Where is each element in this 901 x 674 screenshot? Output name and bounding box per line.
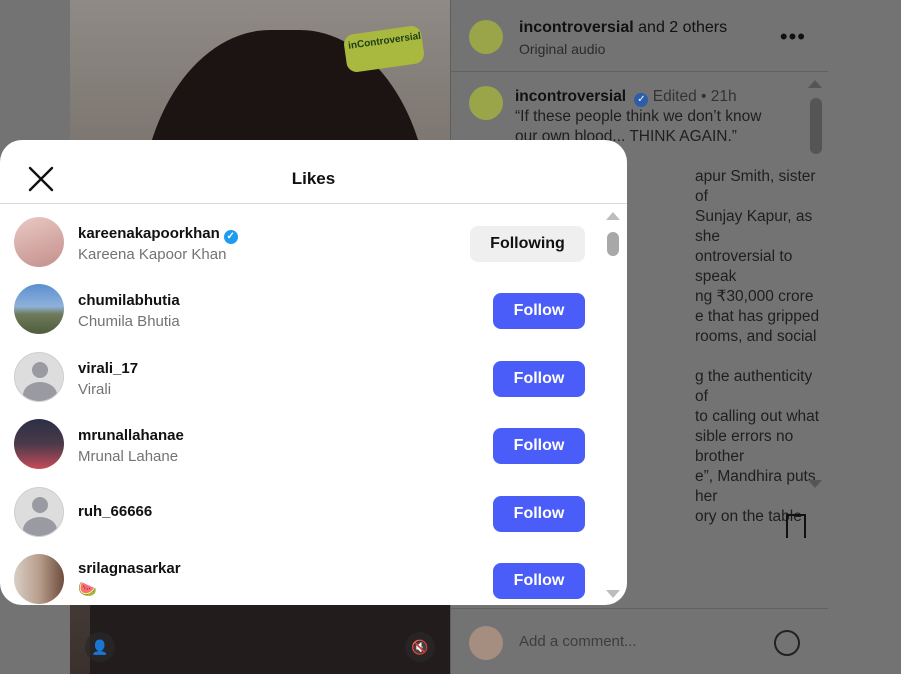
post-age[interactable]: 21h — [711, 88, 737, 105]
audio-label[interactable]: Original audio — [519, 41, 605, 57]
avatar[interactable] — [14, 284, 64, 334]
follow-button[interactable]: Follow — [493, 563, 585, 599]
username[interactable]: ruh_66666 — [78, 503, 152, 520]
scroll-up-arrow[interactable] — [606, 212, 620, 220]
scroll-up-arrow[interactable] — [808, 80, 822, 88]
full-name: Virali — [78, 381, 112, 398]
scrollbar-thumb[interactable] — [607, 232, 619, 256]
mute-icon[interactable]: 🔇 — [405, 632, 435, 662]
comment-input[interactable]: Add a comment... — [519, 633, 637, 650]
username-link[interactable]: kareenakapoorkhan ✓ — [78, 225, 238, 244]
list-item: chumilabhutia Chumila Bhutia Follow — [0, 276, 605, 340]
list-item: mrunallahanae Mrunal Lahane Follow — [0, 411, 605, 475]
commenter-avatar — [469, 626, 503, 660]
edited-label: Edited — [652, 88, 697, 105]
post-header: incontroversial and 2 others Original au… — [451, 0, 828, 72]
emoji-icon[interactable] — [774, 630, 800, 656]
divider — [451, 608, 828, 609]
full-name: 🍉 — [78, 581, 97, 598]
username[interactable]: mrunallahanae — [78, 427, 184, 444]
avatar[interactable] — [14, 554, 64, 604]
caption-line: “If these people think we don’t know — [515, 108, 762, 125]
full-name: Kareena Kapoor Khan — [78, 246, 227, 263]
caption-author[interactable]: incontroversial — [515, 88, 626, 105]
likes-scrollbar[interactable] — [605, 204, 621, 605]
user-tag-icon[interactable]: 👤 — [85, 632, 115, 662]
following-button[interactable]: Following — [470, 226, 585, 262]
scroll-down-arrow[interactable] — [808, 480, 822, 488]
list-item: srilagnasarkar 🍉 Follow — [0, 546, 605, 605]
username[interactable]: chumilabhutia — [78, 292, 180, 309]
full-name: Mrunal Lahane — [78, 448, 179, 465]
likes-dialog-header: Likes — [0, 140, 627, 204]
follow-button[interactable]: Follow — [493, 428, 585, 464]
default-avatar-icon — [32, 362, 48, 378]
scroll-down-arrow[interactable] — [606, 590, 620, 598]
avatar[interactable] — [14, 217, 64, 267]
likes-list: kareenakapoorkhan ✓ Kareena Kapoor Khan F… — [0, 204, 605, 605]
verified-icon: ✓ — [223, 230, 238, 244]
likes-dialog: Likes kareenakapoorkhan ✓ Kareena Kapoor … — [0, 140, 627, 605]
avatar[interactable] — [14, 352, 64, 402]
avatar[interactable] — [14, 487, 64, 537]
avatar[interactable] — [14, 419, 64, 469]
caption-author-avatar[interactable] — [469, 86, 503, 120]
username[interactable]: virali_17 — [78, 360, 138, 377]
list-item: kareenakapoorkhan ✓ Kareena Kapoor Khan F… — [0, 209, 605, 273]
likes-dialog-title: Likes — [291, 169, 336, 188]
scrollbar-thumb[interactable] — [810, 98, 822, 154]
full-name: Chumila Bhutia — [78, 313, 180, 330]
username[interactable]: srilagnasarkar — [78, 560, 181, 577]
caption-header: incontroversial ✓ Edited • 21h — [515, 88, 737, 107]
list-item: ruh_66666 Follow — [0, 479, 605, 543]
bookmark-icon[interactable] — [786, 514, 806, 538]
default-avatar-icon — [32, 497, 48, 513]
list-item: virali_17 Virali Follow — [0, 344, 605, 408]
username[interactable]: kareenakapoorkhan — [78, 225, 220, 242]
post-header-text: incontroversial and 2 others — [519, 19, 727, 37]
verified-icon: ✓ — [634, 93, 649, 107]
follow-button[interactable]: Follow — [493, 293, 585, 329]
author-avatar[interactable] — [469, 20, 503, 54]
header-account[interactable]: incontroversial — [519, 19, 634, 36]
more-options-icon[interactable]: ••• — [780, 24, 806, 50]
follow-button[interactable]: Follow — [493, 361, 585, 397]
header-others[interactable]: and 2 others — [638, 19, 727, 36]
follow-button[interactable]: Follow — [493, 496, 585, 532]
